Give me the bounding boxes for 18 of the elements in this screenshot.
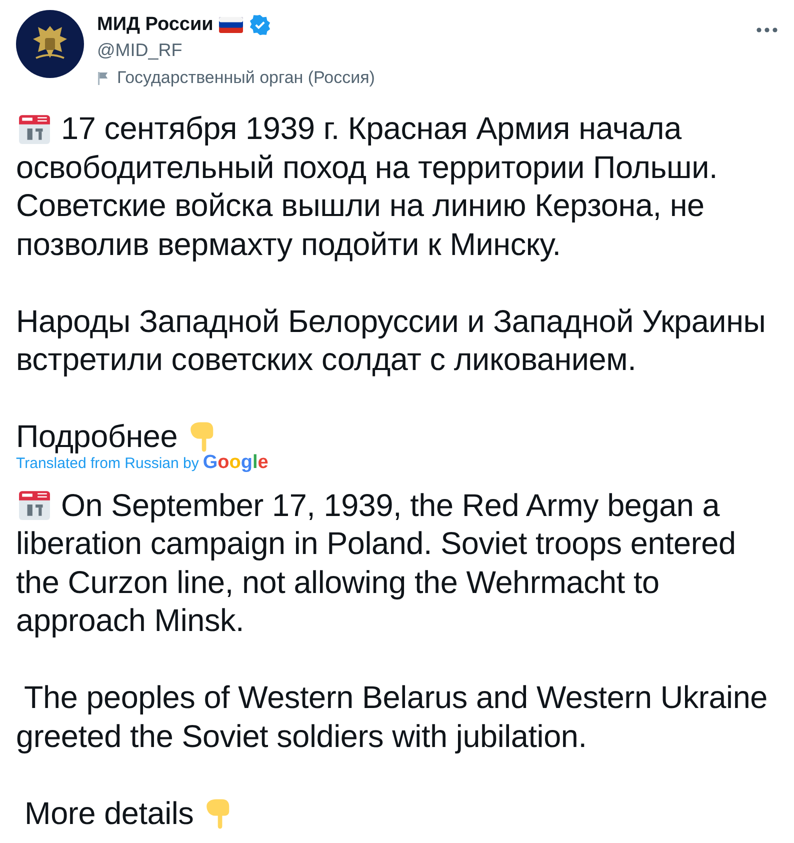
tweet-text-line: On September 17, 1939, the Red Army began a (61, 486, 720, 524)
account-handle[interactable]: @MID_RF (97, 40, 375, 61)
tweet-paragraph: The peoples of Western Belarus and Western Ukraine greeted the Soviet soldiers with jubilation. (16, 678, 768, 755)
more-details-link[interactable]: More details (16, 794, 194, 832)
tweet-paragraph: liberation campaign in Poland. Soviet troops entered the Curzon line, not allowing the Wehrmacht to approach Minsk. (16, 524, 737, 640)
account-name[interactable]: МИД России (97, 14, 214, 36)
more-details-link[interactable]: Подробнее (16, 417, 178, 456)
account-label: Государственный орган (Россия) (117, 68, 375, 88)
more-options-icon[interactable] (756, 27, 778, 33)
flag-icon (97, 71, 109, 85)
google-link[interactable]: Google (202, 452, 268, 474)
avatar-emblem-icon[interactable] (16, 10, 84, 78)
tweet-paragraph: освободительный поход на территории Польши. Советские войска вышли на линию Керзона, не позволив вермахту подойти к Минску. (16, 148, 719, 263)
translation-note: Translated from Russian by (16, 454, 199, 472)
russia-flag-icon (219, 17, 244, 33)
tweet-text-line: 17 сентября 1939 г. Красная Армия начала (61, 109, 682, 148)
tweet-paragraph: Народы Западной Белоруссии и Западной Украины встретили советских солдат с ликованием. (16, 302, 767, 378)
calendar-icon (18, 488, 51, 522)
